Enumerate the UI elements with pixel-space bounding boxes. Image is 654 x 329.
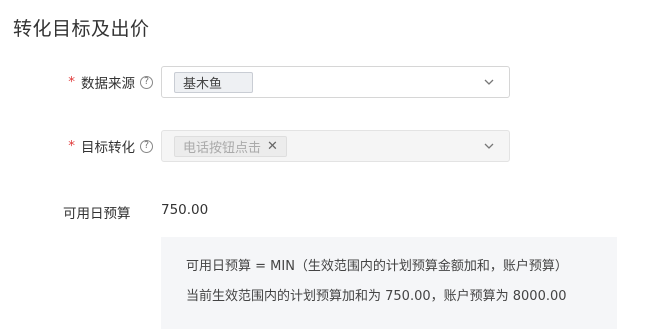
data-source-selected-tag: 基木鱼	[174, 72, 253, 93]
target-conversion-label-group: * 目标转化 ?	[68, 130, 153, 162]
data-source-label: 数据来源	[81, 76, 135, 92]
chevron-down-icon[interactable]	[483, 76, 495, 88]
data-source-label-group: * 数据来源 ?	[68, 66, 153, 98]
target-conversion-select[interactable]: 电话按钮点击 ✕	[161, 130, 510, 162]
required-mark: *	[68, 138, 75, 154]
question-circle-icon[interactable]: ?	[140, 75, 153, 89]
budget-formula-text: 可用日预算 = MIN（生效范围内的计划预算金额加和，账户预算）	[186, 259, 568, 274]
conversion-bid-page: 转化目标及出价 * 数据来源 ? 基木鱼 * 目标转化 ? 电话按钮点击 ✕ 可…	[0, 0, 654, 329]
chevron-down-icon[interactable]	[483, 140, 495, 152]
data-source-row: * 数据来源 ? 基木鱼	[0, 66, 654, 98]
close-icon[interactable]: ✕	[267, 139, 278, 154]
required-mark: *	[68, 74, 75, 90]
section-title: 转化目标及出价	[13, 18, 150, 40]
target-conversion-tag-label: 电话按钮点击	[183, 141, 262, 156]
data-source-select[interactable]: 基木鱼	[161, 66, 510, 98]
budget-row: 可用日预算 750.00	[0, 202, 654, 222]
question-circle-icon[interactable]: ?	[140, 139, 153, 153]
budget-detail-text: 当前生效范围内的计划预算加和为 750.00，账户预算为 8000.00	[186, 289, 567, 304]
target-conversion-row: * 目标转化 ? 电话按钮点击 ✕	[0, 130, 654, 162]
target-conversion-selected-tag: 电话按钮点击 ✕	[174, 136, 287, 157]
budget-value: 750.00	[161, 202, 209, 218]
target-conversion-label: 目标转化	[81, 140, 135, 156]
budget-label: 可用日预算	[63, 206, 131, 222]
budget-info-panel: 可用日预算 = MIN（生效范围内的计划预算金额加和，账户预算） 当前生效范围内…	[161, 237, 617, 329]
